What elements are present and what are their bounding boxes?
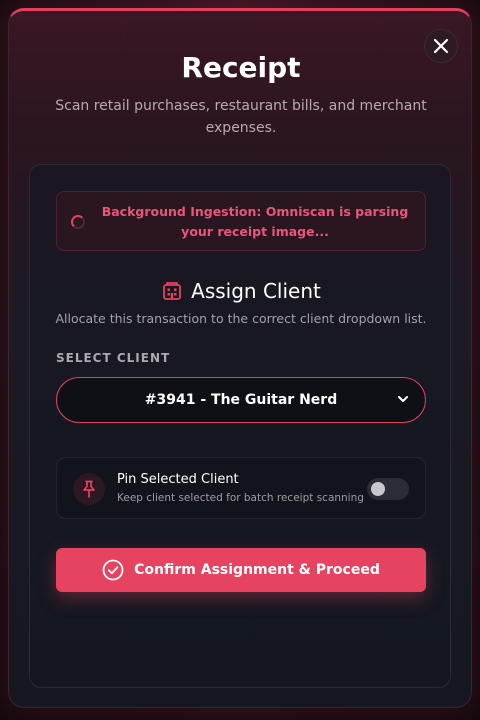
confirm-button-label: Confirm Assignment & Proceed xyxy=(134,562,380,578)
modal-title: Receipt xyxy=(181,51,301,84)
modal-subtitle: Scan retail purchases, restaurant bills,… xyxy=(55,98,427,136)
ingestion-status-text: Background Ingestion: Omniscan is parsin… xyxy=(101,204,409,239)
pin-icon-badge xyxy=(73,473,105,505)
pin-setting-description: Keep client selected for batch receipt s… xyxy=(117,492,364,504)
assign-client-heading: Assign Client xyxy=(30,277,452,305)
ingestion-status-banner: Background Ingestion: Omniscan is parsin… xyxy=(56,191,426,251)
select-client-label: SELECT CLIENT xyxy=(56,351,171,365)
assign-client-description: Allocate this transaction to the correct… xyxy=(55,311,427,326)
client-select[interactable]: #3941 - The Guitar Nerd xyxy=(56,377,426,423)
assign-card: Background Ingestion: Omniscan is parsin… xyxy=(29,164,451,688)
receipt-modal: Receipt Scan retail purchases, restauran… xyxy=(8,8,472,708)
client-select-value: #3941 - The Guitar Nerd xyxy=(144,392,338,408)
pin-client-setting: Pin Selected Client Keep client selected… xyxy=(56,457,426,519)
confirm-assignment-button[interactable]: Confirm Assignment & Proceed xyxy=(56,548,426,592)
chevron-down-icon xyxy=(398,396,408,402)
building-icon xyxy=(163,282,182,300)
spinner-icon xyxy=(71,215,85,229)
pin-setting-title: Pin Selected Client xyxy=(117,472,239,487)
check-circle-icon xyxy=(102,559,124,581)
toggle-knob xyxy=(371,482,385,496)
assign-client-title: Assign Client xyxy=(191,279,321,303)
pin-icon xyxy=(83,480,95,498)
pin-client-toggle[interactable] xyxy=(367,478,409,500)
